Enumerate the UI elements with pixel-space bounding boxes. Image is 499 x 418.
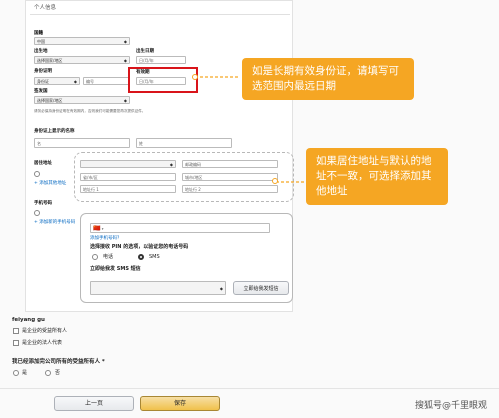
callout-connector xyxy=(195,76,240,78)
send-sms-button[interactable]: 立即给我发短信 xyxy=(233,281,289,295)
name-section-label: 身份证上显示的名称 xyxy=(34,129,75,134)
flag-icon: 🇨🇳 xyxy=(93,225,101,232)
address-callout: 如果居住地址与默认的地址不一致，可选择添加其他地址 xyxy=(306,148,448,205)
first-name-input[interactable]: 名 xyxy=(34,138,130,148)
yes-radio[interactable] xyxy=(13,370,19,376)
call-option-label: 电话 xyxy=(103,254,114,260)
issue-country-label: 签发国 xyxy=(34,89,48,94)
address-line1-input[interactable]: 地址行 1 xyxy=(80,185,176,193)
sms-language-select[interactable]: ◆ xyxy=(90,281,226,295)
no-label: 否 xyxy=(55,370,61,376)
save-button[interactable]: 保存 xyxy=(140,396,220,411)
city-input[interactable]: 城市/地区 xyxy=(182,173,278,181)
birthdate-input[interactable]: 日/月/年 xyxy=(136,56,186,64)
page-title: 个人信息 xyxy=(34,5,57,11)
id-type-select[interactable]: 身份证 ◆ xyxy=(34,77,80,85)
chevron-down-icon: ◆ xyxy=(123,39,127,44)
phone-radio[interactable] xyxy=(34,210,40,216)
call-radio[interactable] xyxy=(92,254,98,260)
prev-page-button[interactable]: 上一页 xyxy=(54,396,134,411)
phone-label: 手机号码 xyxy=(34,201,52,206)
pin-method-label: 选择接收 PIN 的选项，以验证您的电话号码 xyxy=(90,244,189,250)
address-line2-input[interactable]: 地址行 2 xyxy=(182,185,278,193)
sms-language-label: 立即给我发 SMS 短信 xyxy=(90,266,141,272)
sms-option-label: SMS xyxy=(149,254,160,260)
address-country-select[interactable]: ◆ xyxy=(80,160,176,168)
beneficial-owner-checkbox[interactable] xyxy=(13,328,19,334)
id-number-input[interactable]: 编号 xyxy=(83,77,129,85)
chevron-down-icon: ◆ xyxy=(219,286,223,291)
birthdate-label: 出生日期 xyxy=(136,49,154,54)
legal-rep-checkbox[interactable] xyxy=(13,340,19,346)
address-radio[interactable] xyxy=(34,171,40,177)
callout-dot xyxy=(272,178,278,184)
yes-label: 是 xyxy=(22,370,28,376)
birthplace-label: 出生地 xyxy=(34,49,48,54)
beneficial-question: 我已经添加完公司所有的受益所有人 * xyxy=(12,359,105,365)
chevron-down-icon: ◆ xyxy=(123,58,127,63)
legal-rep-label: 是企业的法人代表 xyxy=(22,340,63,346)
issue-country-select[interactable]: 选择国家/地区 ◆ xyxy=(34,96,130,104)
owner-name: feiyang gu xyxy=(12,317,45,323)
add-address-link[interactable]: + 添加其他地址 xyxy=(34,181,66,187)
footer-divider xyxy=(0,388,499,389)
id-proof-label: 身份证明 xyxy=(34,69,52,74)
province-input[interactable]: 省/市/区 xyxy=(80,173,176,181)
expiry-callout: 如是长期有效身份证，请填写可选范围内最远日期 xyxy=(242,58,414,100)
chevron-down-icon: ◆ xyxy=(73,79,77,84)
nationality-select[interactable]: 中国 ◆ xyxy=(34,37,130,45)
chevron-down-icon: ▾ xyxy=(101,227,104,231)
chevron-down-icon: ◆ xyxy=(123,98,127,103)
id-note: 请务必保持身份证明在有效期内，否则我们可能需要您再次提供证件。 xyxy=(34,109,146,113)
expiry-label: 有效期 xyxy=(136,70,150,75)
beneficial-owner-label: 是企业的受益所有人 xyxy=(22,328,68,334)
callout-dot xyxy=(192,74,198,80)
expiry-input[interactable]: 日/月/年 xyxy=(136,77,186,85)
watermark: 搜狐号@千里眼观 xyxy=(414,401,487,411)
callout-connector xyxy=(276,181,306,183)
chevron-down-icon: ◆ xyxy=(169,162,173,167)
divider xyxy=(30,14,290,15)
sms-radio[interactable] xyxy=(138,254,144,260)
add-phone-link[interactable]: + 添加新的手机号码 xyxy=(34,220,75,226)
other-number-link[interactable]: 添加手机号码？ xyxy=(90,236,122,242)
address-label: 居住地址 xyxy=(34,161,52,166)
birthplace-select[interactable]: 选择国家/地区 ◆ xyxy=(34,56,130,64)
last-name-input[interactable]: 姓 xyxy=(136,138,232,148)
zip-input[interactable]: 邮政编码 xyxy=(182,160,278,168)
no-radio[interactable] xyxy=(45,370,51,376)
phone-number-input[interactable]: 🇨🇳 ▾ xyxy=(90,223,270,233)
